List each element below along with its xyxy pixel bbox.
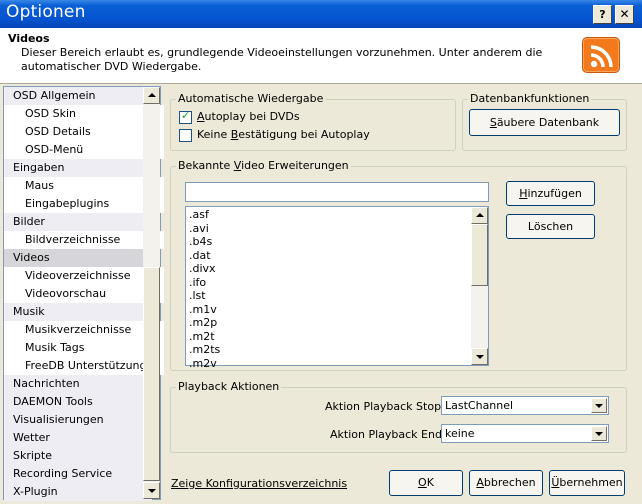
close-button[interactable]: ✕: [615, 5, 634, 24]
list-scroll-down-button[interactable]: [471, 348, 488, 365]
sidebar-subitem[interactable]: Videoverzeichnisse: [4, 267, 164, 285]
extension-list-item[interactable]: .m2v: [189, 357, 217, 371]
extension-list-item[interactable]: .asf: [189, 208, 209, 222]
sidebar-subitem[interactable]: OSD Details: [4, 123, 164, 141]
list-scroll-up-button[interactable]: [471, 207, 488, 224]
sidebar-scrollbar[interactable]: [143, 87, 160, 499]
scroll-thumb[interactable]: [143, 267, 160, 481]
sidebar-category[interactable]: Eingaben: [4, 159, 152, 177]
sidebar-category[interactable]: Musik: [4, 303, 152, 321]
delete-extension-button[interactable]: Löschen: [506, 214, 595, 239]
autoplay-legend: Automatische Wiedergabe: [176, 92, 326, 105]
sidebar-subitem[interactable]: Maus: [4, 177, 164, 195]
sidebar-subitem[interactable]: Musikverzeichnisse: [4, 321, 164, 339]
list-scroll-thumb[interactable]: [471, 224, 488, 286]
sidebar-subitem[interactable]: Bildverzeichnisse: [4, 231, 164, 249]
playback-stop-value: LastChannel: [445, 399, 514, 412]
playback-legend: Playback Aktionen: [176, 380, 282, 393]
playback-end-label: Aktion Playback Ende: [330, 428, 449, 441]
extension-list-item[interactable]: .divx: [189, 262, 216, 276]
playback-stop-label: Aktion Playback Stopp: [325, 400, 449, 413]
sidebar-category[interactable]: Visualisierungen: [4, 411, 152, 429]
sidebar-subitem[interactable]: Videovorschau: [4, 285, 164, 303]
extension-list-item[interactable]: .m2p: [189, 316, 217, 330]
no-confirm-checkbox[interactable]: [179, 129, 192, 142]
sidebar-subitem[interactable]: FreeDB Unterstützung: [4, 357, 164, 375]
extension-list-item[interactable]: .ifo: [189, 276, 206, 290]
cancel-button[interactable]: Abbrechen: [469, 470, 543, 496]
extensions-legend: Bekannte Video Erweiterungen: [176, 159, 351, 172]
page-description: Dieser Bereich erlaubt es, grundlegende …: [21, 46, 543, 73]
extension-input[interactable]: [185, 182, 489, 202]
page-title: Videos: [8, 32, 50, 45]
sidebar-category[interactable]: Wetter: [4, 429, 152, 447]
sidebar-subitem[interactable]: Eingabeplugins: [4, 195, 164, 213]
database-legend: Datenbankfunktionen: [468, 92, 592, 105]
playback-stop-select[interactable]: LastChannel: [441, 396, 609, 415]
extension-list-item[interactable]: .lst: [189, 289, 206, 303]
sidebar-category[interactable]: OSD Allgemein: [4, 87, 152, 105]
clean-database-button[interactable]: Säubere Datenbank: [469, 109, 620, 136]
extension-list-item[interactable]: .m1v: [189, 303, 217, 317]
extension-list[interactable]: .asf .avi .b4s .dat .divx .ifo .lst .m1v .m2p .m2…: [185, 206, 489, 369]
help-button[interactable]: ?: [593, 5, 612, 24]
scroll-down-button[interactable]: [143, 482, 160, 499]
window-title: Optionen: [6, 2, 86, 22]
sidebar-subitem[interactable]: Musik Tags: [4, 339, 164, 357]
autoplay-group: [170, 99, 456, 151]
ok-button[interactable]: OK: [389, 470, 463, 496]
extension-list-item[interactable]: .dat: [189, 249, 211, 263]
autoplay-dvd-label: Autoplay bei DVDs: [197, 110, 300, 123]
settings-tree: OSD Allgemein OSD Skin OSD Details OSD-Menü…: [3, 86, 164, 501]
config-directory-link[interactable]: Zeige Konfigurationsverzeichnis: [171, 477, 347, 490]
chevron-down-icon[interactable]: [591, 426, 607, 441]
add-extension-button[interactable]: Hinzufügen: [506, 181, 595, 206]
extension-list-item[interactable]: .m2ts: [189, 343, 220, 357]
extension-list-item[interactable]: .b4s: [189, 235, 212, 249]
sidebar-category[interactable]: X-Plugin: [4, 483, 152, 501]
sidebar-category[interactable]: Bilder: [4, 213, 152, 231]
extension-list-item[interactable]: .avi: [189, 222, 209, 236]
autoplay-dvd-checkbox[interactable]: [179, 109, 192, 124]
rss-feed-icon: [582, 37, 620, 73]
page-header: Videos Dieser Bereich erlaubt es, grundl…: [0, 28, 642, 84]
no-confirm-label: Keine Bestätigung bei Autoplay: [197, 128, 370, 141]
scroll-up-button[interactable]: [143, 87, 160, 104]
sidebar-category[interactable]: Nachrichten: [4, 375, 152, 393]
sidebar-category[interactable]: Recording Service: [4, 465, 152, 483]
extension-list-scrollbar[interactable]: [471, 207, 488, 365]
playback-end-value: keine: [445, 427, 475, 440]
title-bar: [0, 0, 642, 28]
sidebar-category[interactable]: DAEMON Tools: [4, 393, 152, 411]
extension-list-item[interactable]: .m2t: [189, 330, 215, 344]
chevron-down-icon[interactable]: [591, 398, 607, 413]
apply-button[interactable]: Übernehmen: [549, 470, 625, 496]
sidebar-category[interactable]: Videos: [4, 249, 152, 267]
sidebar-subitem[interactable]: OSD-Menü: [4, 141, 164, 159]
sidebar-subitem[interactable]: OSD Skin: [4, 105, 164, 123]
sidebar-category[interactable]: Skripte: [4, 447, 152, 465]
playback-end-select[interactable]: keine: [441, 424, 609, 443]
